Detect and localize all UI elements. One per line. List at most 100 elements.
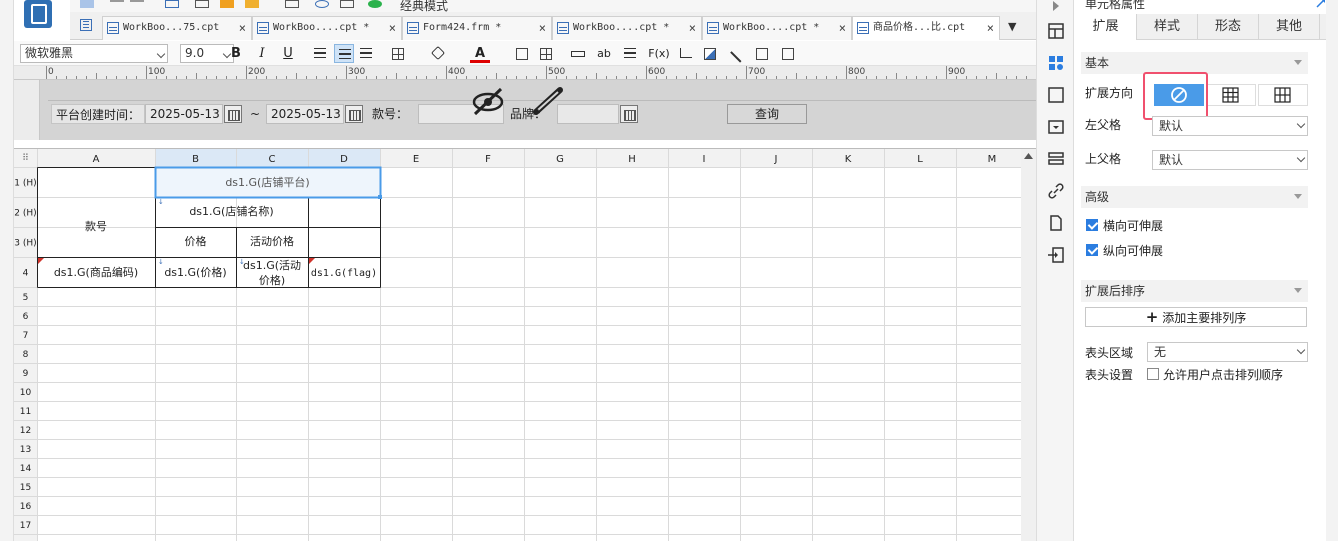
row-header-label[interactable]: 17 xyxy=(20,521,31,531)
cut-icon[interactable] xyxy=(80,0,94,8)
copy-icon[interactable] xyxy=(195,0,209,8)
row-header-label[interactable]: 10 xyxy=(20,388,32,398)
collapse-arrow-icon[interactable] xyxy=(1047,0,1065,18)
header-area-select[interactable]: 无 xyxy=(1147,342,1308,362)
row-header-label[interactable]: 6 xyxy=(23,312,29,322)
search-icon[interactable] xyxy=(315,0,329,8)
row-header-label[interactable]: 12 xyxy=(20,426,31,436)
tab-product-price[interactable]: 商品价格...比.cpt × xyxy=(852,16,1000,40)
text-button[interactable]: ab xyxy=(594,44,614,63)
tab-other[interactable]: 其他 xyxy=(1259,14,1320,40)
horizontal-expand-checkbox[interactable] xyxy=(1086,219,1098,231)
column-header-label[interactable]: C xyxy=(269,154,276,165)
close-icon[interactable]: × xyxy=(239,17,246,39)
cell-element-icon[interactable] xyxy=(1047,86,1065,104)
column-header-label[interactable]: E xyxy=(413,154,419,165)
row-header-label[interactable]: 11 xyxy=(20,407,31,417)
row-header-label[interactable]: 4 xyxy=(23,269,29,279)
pin-icon[interactable] xyxy=(1316,0,1326,8)
import-icon[interactable] xyxy=(1047,246,1065,264)
tab-workbook-75[interactable]: WorkBoo...75.cpt × xyxy=(102,16,252,40)
format-painter-icon[interactable] xyxy=(245,0,259,8)
align-right-button[interactable] xyxy=(356,44,376,63)
column-header-label[interactable]: I xyxy=(703,154,706,165)
italic-button[interactable]: I xyxy=(252,44,272,63)
close-icon[interactable]: × xyxy=(987,17,994,39)
column-header-label[interactable]: J xyxy=(774,154,778,165)
border-button[interactable] xyxy=(388,44,408,63)
advanced-section-header[interactable]: 高级 xyxy=(1081,186,1308,208)
insert-table-button[interactable] xyxy=(536,44,556,63)
export-icon[interactable] xyxy=(1047,214,1065,232)
text-field-button[interactable] xyxy=(568,44,588,63)
row-header-label[interactable]: 16 xyxy=(20,502,32,512)
top-parent-select[interactable]: 默认 xyxy=(1152,150,1308,170)
undo-icon[interactable] xyxy=(110,0,124,8)
row-header-label[interactable]: 2 (H) xyxy=(14,209,36,219)
hyperlink-icon[interactable] xyxy=(1047,182,1065,200)
column-header-label[interactable]: M xyxy=(988,154,997,165)
basic-section-header[interactable]: 基本 xyxy=(1081,52,1308,74)
horizontal-expand-button[interactable] xyxy=(1258,84,1308,106)
scissors-icon[interactable] xyxy=(165,0,179,8)
vertical-expand-button[interactable] xyxy=(1206,84,1256,106)
redo-icon[interactable] xyxy=(130,0,144,8)
row-header-label[interactable]: 15 xyxy=(20,483,31,493)
font-color-button[interactable]: A xyxy=(470,44,490,63)
find-icon[interactable] xyxy=(340,0,354,8)
dropdown-icon[interactable] xyxy=(620,105,638,123)
date-from-field[interactable]: 2025-05-13 xyxy=(145,104,223,124)
column-header-label[interactable]: H xyxy=(628,154,636,165)
column-header-label[interactable]: L xyxy=(917,154,923,165)
sort-section-header[interactable]: 扩展后排序 xyxy=(1081,280,1308,302)
column-header-label[interactable]: B xyxy=(192,154,199,165)
new-tab-icon[interactable] xyxy=(80,19,92,31)
widget-icon[interactable] xyxy=(1047,118,1065,136)
add-sort-button[interactable]: + 添加主要排列序 xyxy=(1085,307,1307,327)
cell-style-button[interactable] xyxy=(512,44,532,63)
date-to-field[interactable]: 2025-05-13 xyxy=(266,104,344,124)
preview-icon[interactable] xyxy=(285,0,299,8)
app-logo-icon[interactable] xyxy=(24,0,52,28)
calendar-icon[interactable] xyxy=(345,105,363,123)
tab-workbook-2[interactable]: WorkBoo....cpt * × xyxy=(252,16,402,40)
sub-report-button[interactable] xyxy=(752,44,772,63)
font-family-select[interactable]: 微软雅黑 xyxy=(20,44,168,63)
more-button[interactable] xyxy=(778,44,798,63)
bold-button[interactable]: B xyxy=(226,44,246,63)
grid-canvas[interactable]: A B C D E F G H I J K L M 1 (H) 2 (H) 3 (H) 4 5 6 7 8 9 10 11 12… xyxy=(14,149,1036,541)
column-header-label[interactable]: A xyxy=(93,154,100,165)
underline-button[interactable]: U xyxy=(278,44,298,63)
column-header-label[interactable]: G xyxy=(556,154,564,165)
column-header-label[interactable]: D xyxy=(340,154,348,165)
align-center-button[interactable] xyxy=(334,44,354,63)
condition-attribute-icon[interactable] xyxy=(1047,150,1065,168)
brand-select[interactable] xyxy=(557,104,619,124)
hide-eye-icon[interactable] xyxy=(470,86,506,116)
tab-expand[interactable]: 扩展 xyxy=(1075,14,1137,40)
vertical-expand-checkbox[interactable] xyxy=(1086,244,1098,256)
formula-button[interactable]: F(x) xyxy=(646,44,672,63)
calendar-icon[interactable] xyxy=(224,105,242,123)
row-header-label[interactable]: 14 xyxy=(20,464,32,474)
tab-form424[interactable]: Form424.frm * × xyxy=(402,16,552,40)
close-icon[interactable]: × xyxy=(539,17,546,39)
tab-workbook-3[interactable]: WorkBoo....cpt * × xyxy=(552,16,702,40)
column-header-label[interactable]: K xyxy=(845,154,852,165)
tab-form[interactable]: 形态 xyxy=(1198,14,1259,40)
row-header-label[interactable]: 9 xyxy=(23,369,29,379)
row-header-label[interactable]: 1 (H) xyxy=(14,179,36,189)
close-icon[interactable]: × xyxy=(689,17,696,39)
paste-icon[interactable] xyxy=(220,0,234,8)
row-header-label[interactable]: 3 (H) xyxy=(14,239,36,249)
panel-scrollbar[interactable] xyxy=(1326,0,1338,541)
tab-list-icon[interactable]: ▼ xyxy=(1008,20,1016,33)
tab-workbook-4[interactable]: WorkBoo....cpt * × xyxy=(702,16,852,40)
chart-button[interactable] xyxy=(676,44,696,63)
row-header-label[interactable]: 8 xyxy=(23,350,29,360)
align-left-button[interactable] xyxy=(310,44,330,63)
spreadsheet-grid[interactable]: A B C D E F G H I J K L M 1 (H) 2 (H) 3 (H) 4 5 6 7 8 9 10 11 12… xyxy=(14,148,1036,541)
row-header-label[interactable]: 7 xyxy=(23,331,29,341)
fill-color-button[interactable] xyxy=(428,44,448,63)
query-button[interactable]: 查询 xyxy=(727,104,807,124)
